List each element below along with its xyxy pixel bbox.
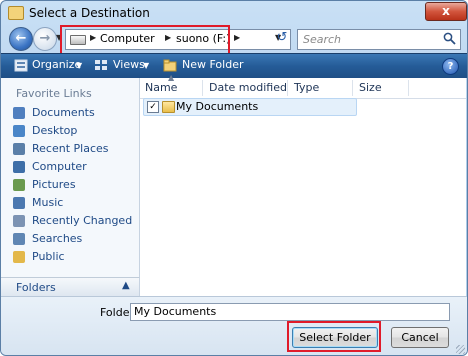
sidebar-item-public[interactable]: Public [13,249,137,265]
file-name: My Documents [176,100,259,113]
sidebar-item-recent-places[interactable]: Recent Places [13,141,137,157]
sidebar-item-label: Recent Places [32,142,109,155]
search-icon[interactable] [443,32,456,45]
sidebar-item-label: Computer [32,160,87,173]
folder-icon [162,101,175,113]
sidebar-item-label: Desktop [32,124,78,137]
sidebar-item-documents[interactable]: Documents [13,105,137,121]
sidebar-item-pictures[interactable]: Pictures [13,177,137,193]
cancel-button[interactable]: Cancel [391,327,449,348]
sidebar-item-recently-changed[interactable]: Recently Changed [13,213,137,229]
annotation-highlight-box [287,321,381,352]
column-header-name[interactable]: Name [145,81,177,94]
title-bar: Select a Destination x [1,1,467,25]
pictures-icon [13,179,25,191]
sidebar-item-label: Public [32,250,65,263]
navigation-bar: ← → ▼ ▶ Computer ▶ suono (F:) ▶ ▼ ↺ Sear… [1,25,467,56]
dialog-footer: Folder: My Documents Select Folder Cance… [1,296,467,355]
annotation-highlight-box [60,25,230,56]
column-divider[interactable] [287,80,288,96]
folder-name-field[interactable]: My Documents [130,303,450,321]
help-button[interactable]: ? [442,58,459,75]
close-button[interactable]: x [425,2,467,21]
desktop-icon [13,125,25,137]
refresh-icon: ↺ [276,30,288,45]
folder-icon [8,6,24,20]
sidebar-item-searches[interactable]: Searches [13,231,137,247]
file-row-my-documents[interactable]: ✓ My Documents [143,98,357,116]
help-icon: ? [447,61,454,72]
back-arrow-icon: ← [15,31,27,46]
dialog-window: Select a Destination x ← → ▼ ▶ Computer … [0,0,468,356]
item-checkbox[interactable]: ✓ [147,101,159,113]
organize-button[interactable]: Organize [32,58,81,71]
documents-icon [13,107,25,119]
sidebar-item-label: Documents [32,106,95,119]
organize-dropdown-icon[interactable]: ▼ [76,61,82,70]
column-divider[interactable] [408,80,409,96]
file-list-pane: Name ▲ Date modified Type Size ✓ My Docu… [140,73,466,296]
sidebar-item-music[interactable]: Music [13,195,137,211]
search-placeholder: Search [303,33,342,46]
column-header-row: Name ▲ Date modified Type Size [140,73,466,99]
column-divider[interactable] [352,80,353,96]
column-header-date-modified[interactable]: Date modified [209,81,287,94]
recent-places-icon [13,143,25,155]
command-toolbar: Organize ▼ Views ▼ New Folder ? [1,53,467,78]
sidebar-item-label: Recently Changed [32,214,133,227]
public-folder-icon [13,251,25,263]
resize-grip[interactable] [456,345,465,354]
navigation-pane: Favorite Links Documents Desktop Recent … [1,78,140,277]
sort-ascending-icon: ▲ [168,73,175,82]
column-divider[interactable] [202,80,203,96]
favorite-links-header: Favorite Links [16,87,92,100]
search-box[interactable]: Search [297,29,461,50]
views-dropdown-icon[interactable]: ▼ [143,61,149,70]
recently-changed-icon [13,215,25,227]
computer-icon [13,161,25,173]
column-header-type[interactable]: Type [294,81,319,94]
folders-toggle[interactable]: Folders ▲ [1,277,140,297]
sidebar-item-label: Pictures [32,178,76,191]
forward-arrow-icon: → [39,31,51,46]
folder-name-value: My Documents [134,305,217,318]
views-icon [95,60,107,70]
searches-icon [13,233,25,245]
column-header-size[interactable]: Size [359,81,382,94]
close-icon: x [442,4,450,18]
new-folder-button[interactable]: New Folder [182,58,243,71]
forward-button[interactable]: → [33,27,57,51]
folders-label: Folders [16,281,56,294]
views-button[interactable]: Views [113,58,145,71]
organize-icon [14,59,28,72]
music-icon [13,197,25,209]
new-folder-icon [163,59,177,72]
window-title: Select a Destination [29,6,150,20]
sidebar-item-computer[interactable]: Computer [13,159,137,175]
breadcrumb-arrow-icon[interactable]: ▶ [234,33,240,42]
sidebar-item-label: Music [32,196,64,209]
back-button[interactable]: ← [9,27,33,51]
sidebar-item-label: Searches [32,232,83,245]
chevron-up-icon: ▲ [122,280,130,291]
refresh-button[interactable]: ↺ [273,30,291,47]
sidebar-item-desktop[interactable]: Desktop [13,123,137,139]
